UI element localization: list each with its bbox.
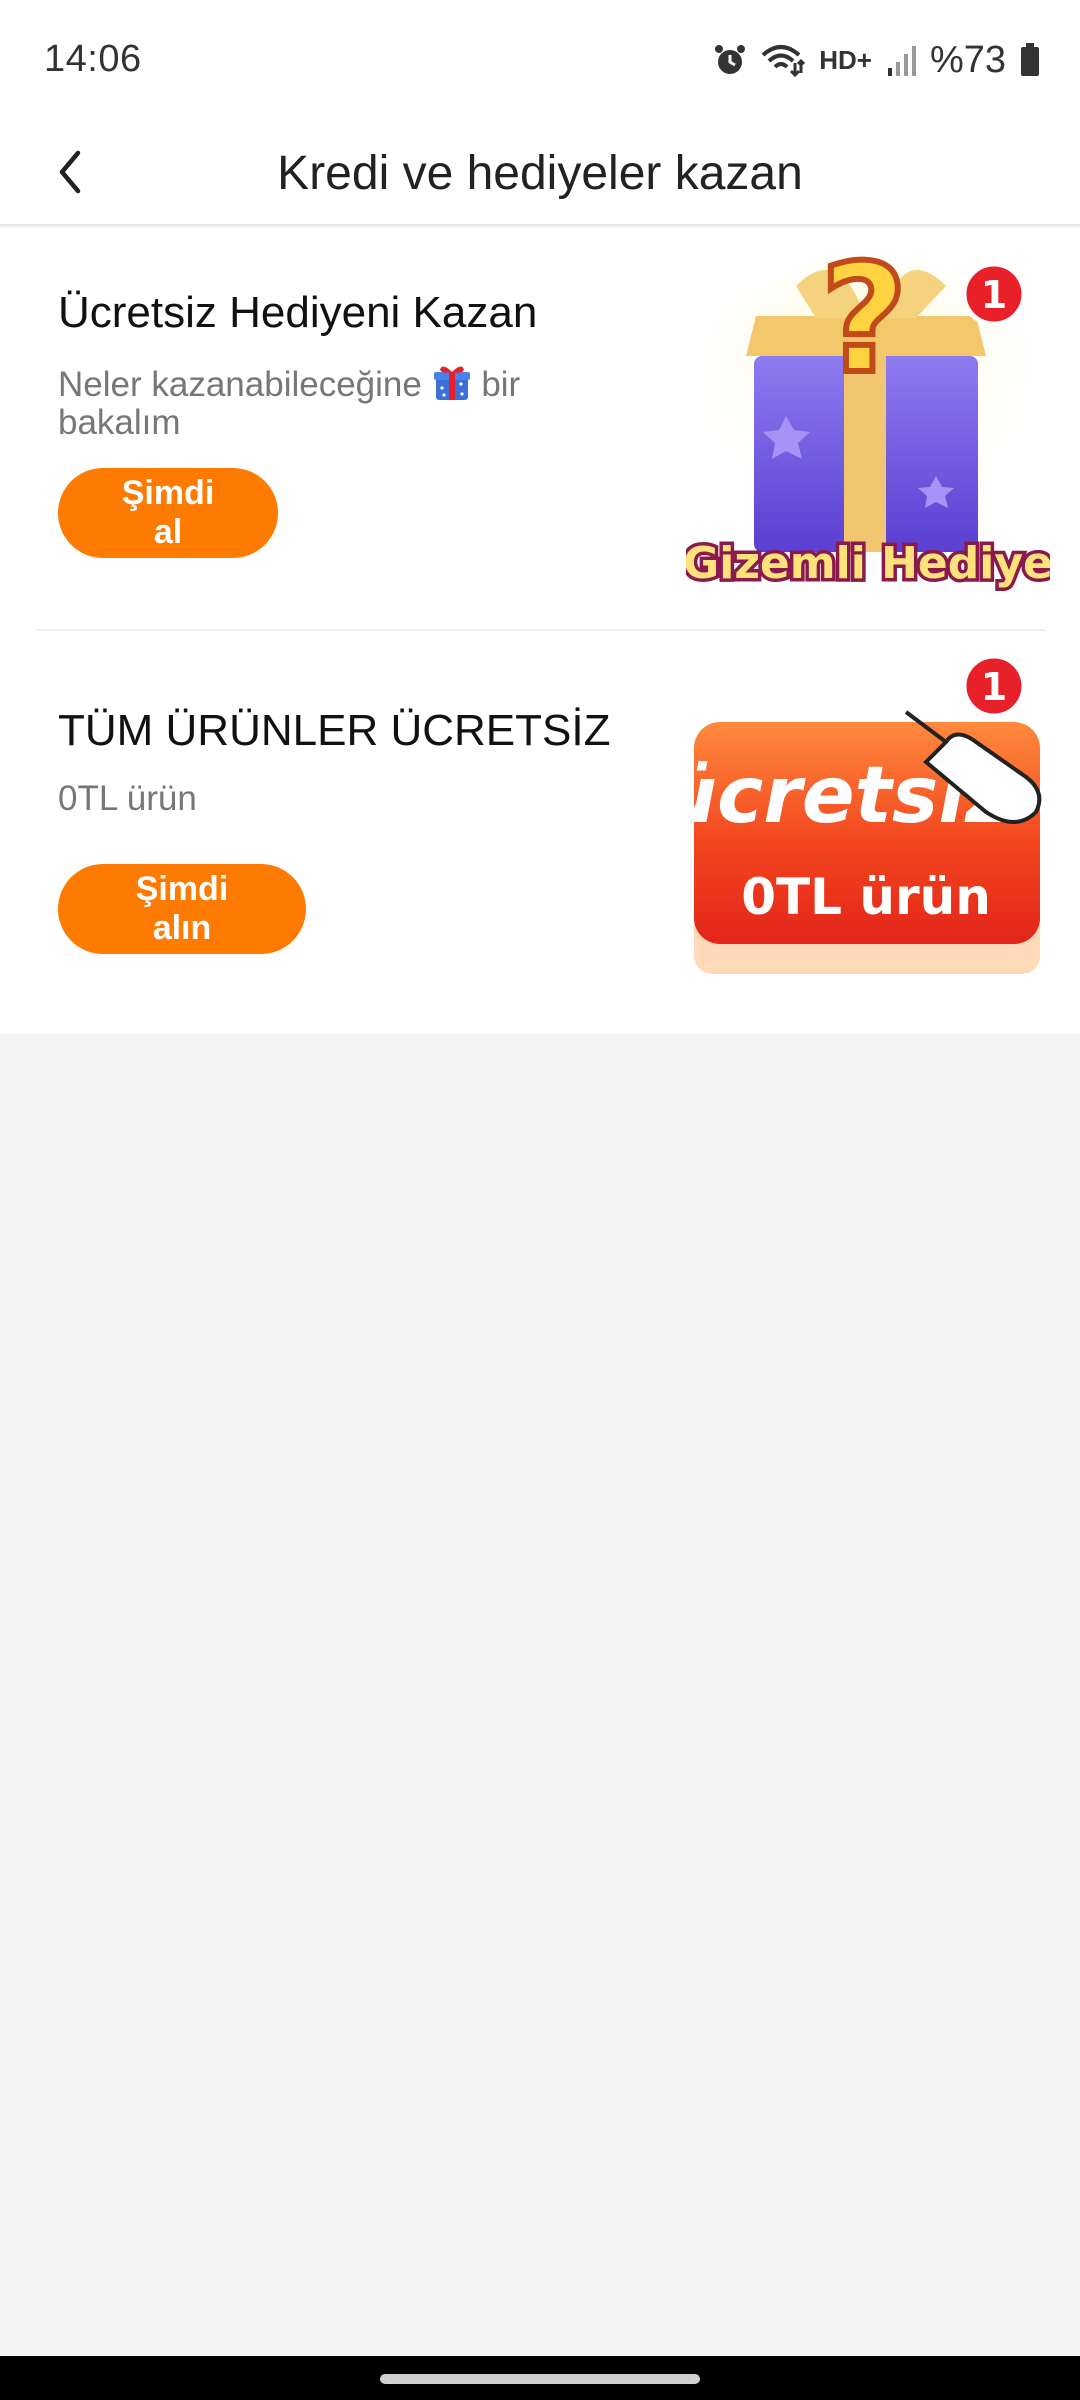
status-bar: 14:06 HD+ %73 xyxy=(0,0,1080,120)
offer-card-free-gift: Ücretsiz Hediyeni Kazan Neler kazanabile… xyxy=(0,228,1080,631)
mystery-gift-image[interactable]: ? Gizemli Hediye 1 xyxy=(680,230,1056,598)
page-title: Kredi ve hediyeler kazan xyxy=(277,146,803,200)
battery-icon xyxy=(1020,43,1040,77)
chevron-left-icon xyxy=(59,150,81,194)
free-subline: 0TL ürün xyxy=(741,868,991,926)
offer-subtitle-text: Neler kazanabileceğine xyxy=(58,365,422,404)
signal-icon xyxy=(886,44,916,76)
home-indicator[interactable] xyxy=(380,2374,700,2384)
wifi-icon xyxy=(761,43,806,77)
question-mark: ? xyxy=(820,246,907,407)
free-products-image[interactable]: ücretsiz 0TL ürün 1 xyxy=(662,652,1050,1004)
divider xyxy=(36,629,1046,631)
alarm-icon xyxy=(713,43,747,77)
status-icons: HD+ %73 xyxy=(713,36,1040,84)
battery-percent: %73 xyxy=(929,38,1006,81)
notification-badge-2: 1 xyxy=(981,665,1007,709)
offer-title: TÜM ÜRÜNLER ÜCRETSİZ xyxy=(58,706,611,755)
offer-subtitle: 0TL ürün xyxy=(58,779,197,818)
get-now-button-2[interactable]: Şimdi alın xyxy=(58,864,306,954)
gift-emoji-icon xyxy=(433,366,470,400)
offer-subtitle: Neler kazanabileceğine bir bakalım xyxy=(58,362,618,442)
hd-plus-icon: HD+ xyxy=(819,44,872,75)
gift-caption: Gizemli Hediye xyxy=(686,538,1050,589)
get-now-button[interactable]: Şimdi al xyxy=(58,468,278,558)
system-nav-bar xyxy=(0,2356,1080,2400)
app-header: Kredi ve hediyeler kazan xyxy=(0,120,1080,226)
status-time: 14:06 xyxy=(44,38,142,80)
offers-list: Ücretsiz Hediyeni Kazan Neler kazanabile… xyxy=(0,228,1080,1034)
back-button[interactable] xyxy=(30,132,110,212)
notification-badge: 1 xyxy=(981,273,1007,317)
offer-title: Ücretsiz Hediyeni Kazan xyxy=(58,288,538,337)
